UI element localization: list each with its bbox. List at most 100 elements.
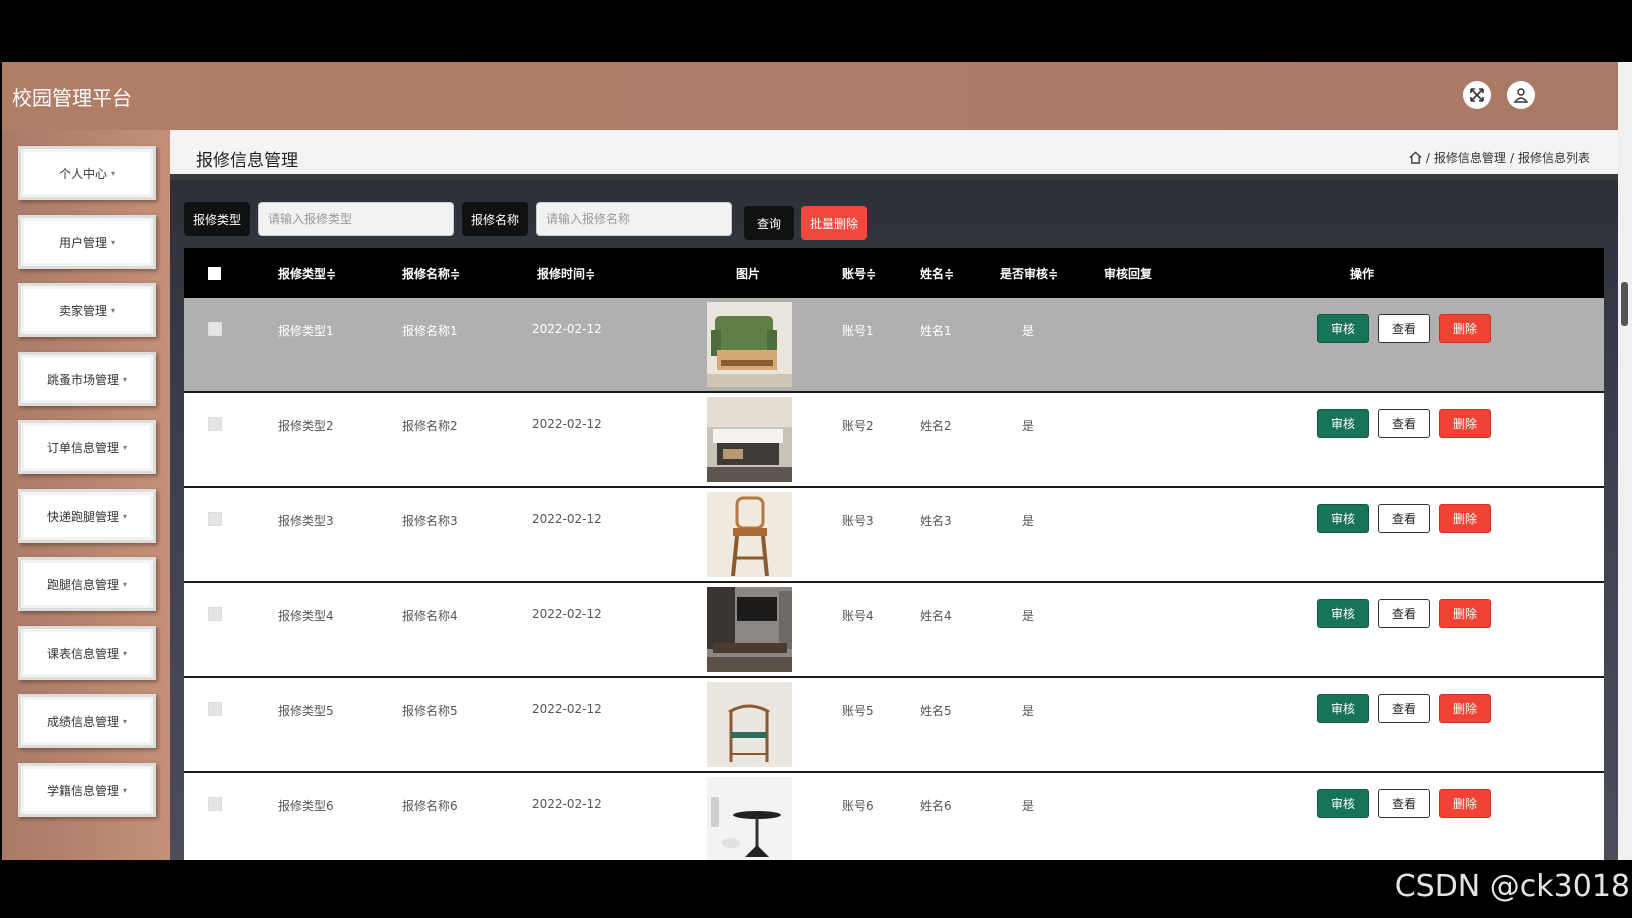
cell-repair-name: 报修名称2 (402, 419, 458, 433)
cell-repair-type: 报修类型1 (278, 324, 334, 338)
delete-button[interactable]: 删除 (1439, 314, 1491, 343)
cell-repair-name: 报修名称3 (402, 514, 458, 528)
row-checkbox[interactable] (208, 607, 222, 621)
audit-button[interactable]: 审核 (1317, 599, 1369, 628)
delete-button[interactable]: 删除 (1439, 504, 1491, 533)
row-checkbox[interactable] (208, 512, 222, 526)
audit-button[interactable]: 审核 (1317, 409, 1369, 438)
sidebar-item-orders[interactable]: 订单信息管理 ▾ (18, 420, 156, 474)
cell-repair-type: 报修类型3 (278, 514, 334, 528)
chevron-down-icon: ▾ (123, 716, 128, 726)
sort-icon: ≑ (585, 267, 596, 281)
cell-repair-time: 2022-02-12 (532, 702, 602, 716)
cell-person-name: 姓名1 (920, 324, 952, 338)
cell-person-name: 姓名5 (920, 704, 952, 718)
row-checkbox[interactable] (208, 417, 222, 431)
title-bar: 报修信息管理 / 报修信息管理 / 报修信息列表 (170, 130, 1618, 180)
bar-chair-photo (707, 492, 792, 577)
view-button[interactable]: 查看 (1378, 409, 1430, 438)
repair-type-input[interactable] (258, 202, 454, 236)
fullscreen-button[interactable] (1463, 81, 1491, 109)
home-icon[interactable] (1409, 151, 1422, 164)
sort-icon: ≑ (866, 267, 877, 281)
page-scrollbar[interactable] (1618, 62, 1632, 860)
col-repair-name[interactable]: 报修名称≑ (402, 265, 460, 282)
audit-button[interactable]: 审核 (1317, 504, 1369, 533)
col-repair-time[interactable]: 报修时间≑ (537, 265, 595, 282)
select-all-checkbox[interactable] (208, 267, 221, 280)
armchair-photo (707, 682, 792, 767)
sidebar-item-timetable[interactable]: 课表信息管理 ▾ (18, 626, 156, 680)
cell-repair-name: 报修名称4 (402, 609, 458, 623)
sidebar-item-student-status[interactable]: 学籍信息管理 ▾ (18, 763, 156, 817)
view-button[interactable]: 查看 (1378, 314, 1430, 343)
sidebar-item-errand-info[interactable]: 跑腿信息管理 ▾ (18, 557, 156, 611)
chevron-down-icon: ▾ (111, 168, 116, 178)
col-audited[interactable]: 是否审核≑ (1000, 265, 1058, 282)
cell-repair-time: 2022-02-12 (532, 607, 602, 621)
page-title: 报修信息管理 (196, 151, 298, 171)
table-row[interactable]: 报修类型2 报修名称2 2022-02-12 账号2 姓名2 是 审核 查看 删… (184, 393, 1604, 488)
row-image (707, 587, 792, 672)
row-image (707, 682, 792, 767)
sort-icon: ≑ (450, 267, 461, 281)
table-row[interactable]: 报修类型5 报修名称5 2022-02-12 账号5 姓名5 是 审核 查看 删… (184, 678, 1604, 773)
view-button[interactable]: 查看 (1378, 504, 1430, 533)
breadcrumb-level2: 报修信息列表 (1517, 151, 1590, 165)
cell-audited: 是 (1022, 324, 1035, 338)
sidebar-item-grades[interactable]: 成绩信息管理 ▾ (18, 694, 156, 748)
col-person-name[interactable]: 姓名≑ (920, 265, 954, 282)
col-repair-type[interactable]: 报修类型≑ (278, 265, 336, 282)
row-image (707, 397, 792, 482)
chevron-down-icon: ▾ (123, 511, 128, 521)
repair-name-input[interactable] (536, 202, 732, 236)
scrollbar-thumb[interactable] (1621, 282, 1628, 326)
expand-icon (1470, 88, 1484, 102)
side-table-photo (707, 777, 792, 860)
table-row[interactable]: 报修类型4 报修名称4 2022-02-12 账号4 姓名4 是 审核 查看 删… (184, 583, 1604, 678)
table-row[interactable]: 报修类型6 报修名称6 2022-02-12 账号6 姓名6 是 审核 查看 删… (184, 773, 1604, 860)
col-actions: 操作 (1350, 267, 1375, 281)
col-account[interactable]: 账号≑ (842, 265, 876, 282)
cell-account: 账号5 (842, 704, 874, 718)
col-audit-reply: 审核回复 (1104, 267, 1153, 281)
batch-delete-button[interactable]: 批量删除 (801, 206, 867, 240)
row-checkbox[interactable] (208, 702, 222, 716)
cell-account: 账号3 (842, 514, 874, 528)
user-menu-button[interactable] (1507, 81, 1535, 109)
chevron-down-icon: ▾ (123, 579, 128, 589)
chevron-down-icon: ▾ (123, 785, 128, 795)
view-button[interactable]: 查看 (1378, 599, 1430, 628)
sidebar-item-users[interactable]: 用户管理 ▾ (18, 215, 156, 269)
chevron-down-icon: ▾ (123, 442, 128, 452)
cell-person-name: 姓名2 (920, 419, 952, 433)
sidebar-item-flea-market[interactable]: 跳蚤市场管理 ▾ (18, 352, 156, 406)
sidebar-item-sellers[interactable]: 卖家管理 ▾ (18, 283, 156, 337)
cell-repair-name: 报修名称1 (402, 324, 458, 338)
row-checkbox[interactable] (208, 322, 222, 336)
cell-repair-time: 2022-02-12 (532, 797, 602, 811)
sofa-photo (707, 302, 792, 387)
cell-repair-type: 报修类型5 (278, 704, 334, 718)
view-button[interactable]: 查看 (1378, 694, 1430, 723)
cell-audited: 是 (1022, 704, 1035, 718)
delete-button[interactable]: 删除 (1439, 409, 1491, 438)
row-checkbox[interactable] (208, 797, 222, 811)
table-row[interactable]: 报修类型3 报修名称3 2022-02-12 账号3 姓名3 是 审核 查看 删… (184, 488, 1604, 583)
cell-account: 账号2 (842, 419, 874, 433)
sidebar-item-personal-center[interactable]: 个人中心 ▾ (18, 146, 156, 200)
coffee-table-photo (707, 397, 792, 482)
table-header: 报修类型≑ 报修名称≑ 报修时间≑ 图片 账号≑ 姓名≑ 是否审核≑ 审核回复 … (184, 248, 1604, 298)
query-button[interactable]: 查询 (744, 206, 794, 240)
view-button[interactable]: 查看 (1378, 789, 1430, 818)
delete-button[interactable]: 删除 (1439, 789, 1491, 818)
delete-button[interactable]: 删除 (1439, 599, 1491, 628)
sidebar-item-express-errands[interactable]: 快递跑腿管理 ▾ (18, 489, 156, 543)
repair-name-label: 报修名称 (462, 202, 528, 236)
audit-button[interactable]: 审核 (1317, 314, 1369, 343)
delete-button[interactable]: 删除 (1439, 694, 1491, 723)
audit-button[interactable]: 审核 (1317, 694, 1369, 723)
table-row[interactable]: 报修类型1 报修名称1 2022-02-12 账号1 姓名1 是 审核 查看 删… (184, 298, 1604, 393)
breadcrumb-level1[interactable]: 报修信息管理 (1434, 149, 1506, 166)
audit-button[interactable]: 审核 (1317, 789, 1369, 818)
